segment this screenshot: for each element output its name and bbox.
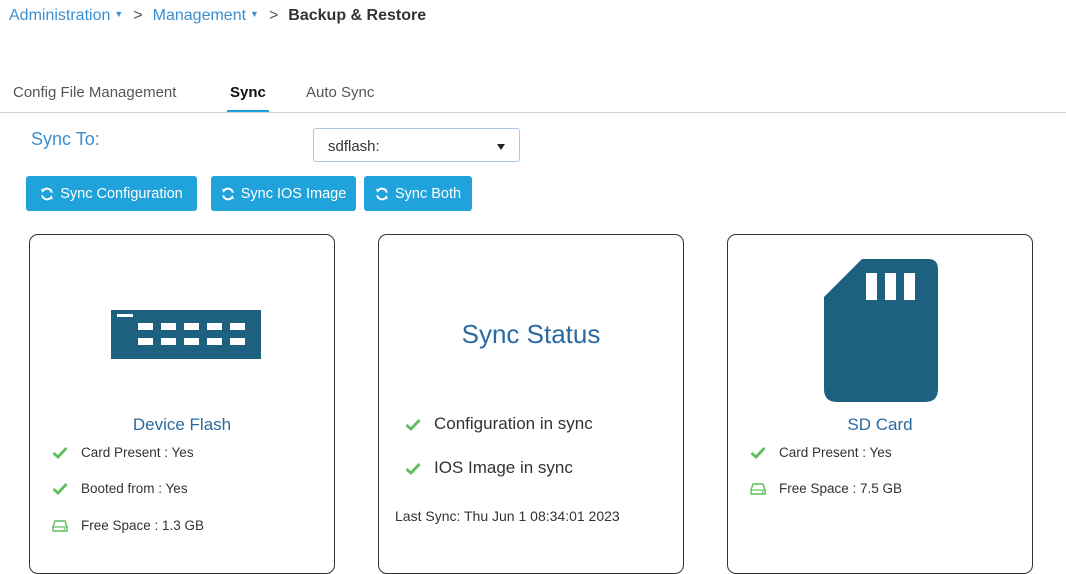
sd-card-present-text: Card Present : Yes: [779, 445, 892, 460]
breadcrumb-management[interactable]: Management ▼: [153, 7, 259, 25]
check-icon: [51, 482, 69, 495]
sd-free-space-text: Free Space : 7.5 GB: [779, 481, 903, 496]
breadcrumb: Administration ▼ > Management ▼ > Backup &…: [9, 7, 426, 25]
sd-free-space-row: Free Space : 7.5 GB: [749, 481, 902, 496]
sd-card-card: SD Card Card Present : Yes Free Space : …: [727, 234, 1033, 574]
breadcrumb-management-label: Management: [152, 7, 247, 24]
breadcrumb-administration[interactable]: Administration ▼: [9, 7, 123, 25]
refresh-icon: [41, 187, 54, 200]
sync-to-dropdown[interactable]: sdflash:: [313, 128, 520, 162]
device-flash-title: Device Flash: [132, 415, 232, 434]
sd-card-present-row: Card Present : Yes: [749, 445, 892, 460]
booted-from-row: Booted from : Yes: [51, 481, 188, 496]
sd-card-icon: [824, 259, 938, 402]
sync-status-title: Sync Status: [461, 319, 601, 349]
sync-status-card: Sync Status Configuration in sync IOS Im…: [378, 234, 684, 574]
configuration-sync-text: Configuration in sync: [434, 414, 593, 433]
ios-image-sync-row: IOS Image in sync: [404, 458, 573, 478]
last-sync-text: Last Sync: Thu Jun 1 08:34:01 2023: [395, 508, 620, 524]
free-space-row: Free Space : 1.3 GB: [51, 518, 204, 533]
sync-ios-image-button[interactable]: Sync IOS Image: [211, 176, 356, 211]
caret-down-icon: ▼: [250, 9, 259, 19]
sync-both-label: Sync Both: [394, 185, 462, 202]
tab-sync[interactable]: Sync: [227, 84, 269, 113]
tab-config-file-management[interactable]: Config File Management: [13, 84, 176, 101]
breadcrumb-separator: >: [268, 7, 279, 24]
check-icon: [404, 462, 422, 475]
booted-from-text: Booted from : Yes: [81, 481, 188, 496]
refresh-icon: [221, 187, 234, 200]
breadcrumb-administration-label: Administration: [9, 7, 111, 24]
dropdown-arrow-icon: [497, 144, 505, 150]
free-space-text: Free Space : 1.3 GB: [81, 518, 205, 533]
device-flash-icon: [111, 310, 261, 359]
sync-both-button[interactable]: Sync Both: [364, 176, 472, 211]
device-flash-card: Device Flash Card Present : Yes Booted f…: [29, 234, 335, 574]
check-icon: [51, 446, 69, 459]
ios-image-sync-text: IOS Image in sync: [434, 458, 573, 477]
breadcrumb-current: Backup & Restore: [288, 7, 427, 24]
sync-ios-image-label: Sync IOS Image: [240, 185, 347, 202]
sync-configuration-button[interactable]: Sync Configuration: [26, 176, 197, 211]
tab-divider: [0, 112, 1066, 113]
sync-to-selected-value: sdflash:: [328, 138, 380, 155]
drive-icon: [749, 482, 767, 495]
caret-down-icon: ▼: [114, 9, 124, 19]
card-present-row: Card Present : Yes: [51, 445, 194, 460]
tab-auto-sync[interactable]: Auto Sync: [306, 84, 374, 101]
sd-card-title: SD Card: [847, 415, 913, 434]
refresh-icon: [376, 187, 388, 200]
check-icon: [749, 446, 767, 459]
sync-configuration-label: Sync Configuration: [60, 185, 183, 202]
card-present-text: Card Present : Yes: [81, 445, 194, 460]
configuration-sync-row: Configuration in sync: [404, 414, 593, 434]
drive-icon: [51, 519, 69, 532]
sync-to-label: Sync To:: [31, 129, 100, 149]
breadcrumb-separator: >: [133, 7, 143, 24]
check-icon: [404, 418, 422, 431]
